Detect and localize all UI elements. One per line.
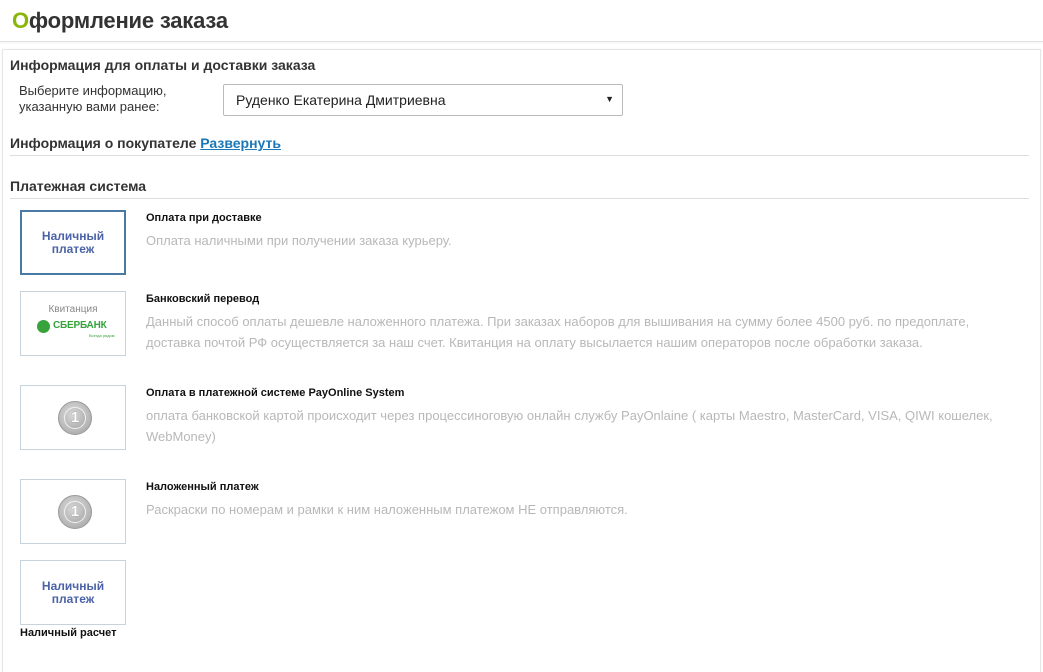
payment-method-desc: оплата банковской картой происходит чере… — [146, 408, 993, 444]
payment-method-name[interactable]: Наличный расчет — [20, 627, 116, 639]
page-title: Оформление заказа — [12, 8, 228, 34]
page-title-rest: формление заказа — [28, 8, 228, 33]
expand-buyer-link[interactable]: Развернуть — [200, 135, 281, 151]
payment-method-bank-logo[interactable]: Квитанция СБЕРБАНК Всегда рядом — [20, 291, 126, 356]
payment-method-desc: Данный способ оплаты дешевле наложенного… — [146, 314, 970, 350]
cash-payment-logo-text: Наличный платеж — [41, 228, 105, 256]
number-one-icon: 1 — [58, 401, 92, 435]
buyer-info-title: Информация о покупателе — [10, 135, 197, 151]
payment-method-cod-post-logo[interactable]: 1 — [20, 479, 126, 544]
payment-method-cash-logo[interactable]: Наличный платеж — [20, 560, 126, 625]
profile-select[interactable]: Руденко Екатерина Дмитриевна ▼ — [223, 84, 623, 116]
info-section-title: Информация для оплаты и доставки заказа — [10, 57, 316, 73]
sberbank-icon — [37, 320, 50, 333]
divider — [10, 155, 1029, 156]
profile-select-value: Руденко Екатерина Дмитриевна — [236, 92, 446, 108]
sberbank-logo: СБЕРБАНК Всегда рядом — [37, 319, 115, 338]
divider — [10, 198, 1029, 199]
sberbank-tagline: Всегда рядом — [89, 333, 115, 338]
profile-select-label: Выберите информацию, указанную вами ране… — [19, 83, 167, 114]
payment-method-name[interactable]: Оплата при доставке — [146, 212, 262, 224]
payment-method-name[interactable]: Банковский перевод — [146, 293, 259, 305]
payment-method-cod-logo[interactable]: Наличный платеж — [20, 210, 126, 275]
payment-section-title: Платежная система — [10, 178, 147, 194]
buyer-info-row: Информация о покупателе Развернуть — [10, 135, 281, 151]
sberbank-name: СБЕРБАНК — [53, 320, 107, 331]
badge-digit: 1 — [64, 501, 86, 523]
chevron-down-icon: ▼ — [605, 94, 614, 104]
badge-digit: 1 — [64, 407, 86, 429]
title-bar: Оформление заказа — [0, 0, 1043, 42]
payment-method-desc: Оплата наличными при получении заказа ку… — [146, 233, 452, 248]
payment-method-payonline-logo[interactable]: 1 — [20, 385, 126, 450]
payment-method-name[interactable]: Наложенный платеж — [146, 481, 259, 493]
page-title-first-letter: О — [12, 8, 29, 33]
cash-payment-logo-text: Наличный платеж — [41, 578, 105, 606]
payment-method-name[interactable]: Оплата в платежной системе PayOnline Sys… — [146, 387, 404, 399]
number-one-icon: 1 — [58, 495, 92, 529]
receipt-label: Квитанция — [48, 304, 98, 315]
payment-method-desc: Раскраски по номерам и рамки к ним налож… — [146, 502, 628, 517]
